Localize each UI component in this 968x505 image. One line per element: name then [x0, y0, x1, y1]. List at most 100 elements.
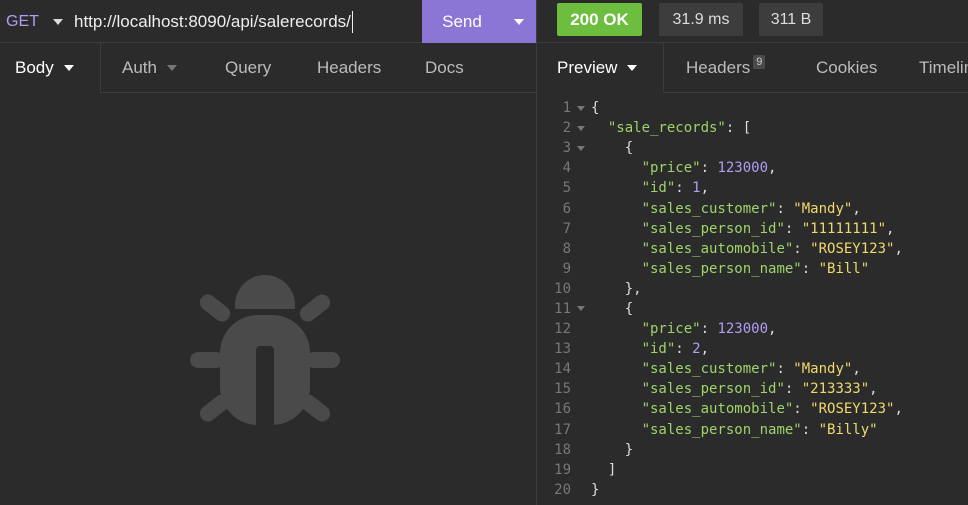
code-line: 19 ] — [537, 460, 968, 480]
line-number: 18 — [554, 441, 571, 458]
json-punct — [591, 321, 642, 337]
code-line: 6 "sales_customer": "Mandy", — [537, 198, 968, 218]
json-key: "sales_person_name" — [641, 421, 802, 438]
url-input[interactable]: http://localhost:8090/api/salerecords/ — [74, 0, 420, 43]
json-punct: , — [852, 361, 861, 378]
json-punct: { — [591, 140, 634, 157]
json-string: "Mandy" — [793, 361, 853, 378]
json-punct: : — [793, 401, 811, 418]
tab-response-headers[interactable]: Headers 9 — [664, 43, 795, 93]
send-options-dropdown[interactable] — [502, 0, 536, 43]
line-number: 14 — [554, 361, 571, 378]
json-punct: }, — [591, 280, 642, 297]
json-key: "sales_automobile" — [641, 401, 794, 418]
code-line: 1{ — [537, 98, 968, 118]
json-punct: : — [700, 160, 718, 177]
line-number: 12 — [554, 321, 571, 338]
json-punct: , — [852, 200, 861, 217]
json-key: "sale_records" — [607, 120, 726, 137]
code-line: 8 "sales_automobile": "ROSEY123", — [537, 239, 968, 259]
tab-auth[interactable]: Auth — [101, 43, 198, 93]
line-number: 20 — [554, 481, 571, 498]
tab-body[interactable]: Body — [0, 43, 101, 93]
json-punct — [591, 241, 642, 257]
chevron-down-icon — [52, 18, 63, 25]
json-number: 2 — [692, 341, 701, 358]
line-number: 16 — [554, 401, 571, 418]
json-key: "id" — [641, 341, 676, 358]
json-key: "sales_automobile" — [641, 240, 794, 257]
code-line: 5 "id": 1, — [537, 178, 968, 198]
code-line: 11 { — [537, 299, 968, 319]
tab-preview-label: Preview — [557, 58, 618, 77]
method-dropdown[interactable]: GET — [0, 0, 70, 43]
response-tabs: Preview Headers9 Cookies Timeline — [537, 43, 968, 93]
tab-docs-label: Docs — [425, 58, 464, 77]
request-tabs: Body Auth Query Headers Docs — [0, 43, 536, 93]
line-number: 2 — [562, 120, 571, 137]
line-number: 6 — [562, 200, 571, 217]
json-punct: } — [591, 441, 634, 458]
chevron-down-icon — [63, 65, 74, 71]
json-key: "sales_person_id" — [641, 220, 785, 237]
response-time-badge: 31.9 ms — [659, 3, 743, 36]
line-number: 19 — [554, 461, 571, 478]
tab-docs[interactable]: Docs — [402, 43, 492, 93]
tab-timeline[interactable]: Timeline — [899, 43, 968, 93]
json-punct: , — [768, 160, 777, 177]
json-punct — [591, 261, 642, 277]
text-cursor — [351, 10, 353, 33]
tab-query[interactable]: Query — [198, 43, 294, 93]
json-punct: : — [801, 421, 819, 438]
tab-timeline-label: Timeline — [919, 58, 968, 77]
tab-cookies[interactable]: Cookies — [795, 43, 899, 93]
json-punct — [591, 160, 642, 176]
code-line: 9 "sales_person_name": "Bill" — [537, 259, 968, 279]
code-line: 15 "sales_person_id": "213333", — [537, 379, 968, 399]
method-label: GET — [6, 12, 39, 30]
chevron-down-icon — [514, 18, 524, 25]
chevron-down-icon — [577, 105, 585, 111]
status-badge: 200 OK — [557, 3, 642, 36]
json-punct: : — [776, 200, 794, 217]
chevron-down-icon — [166, 65, 177, 71]
json-punct: : — [675, 180, 693, 197]
response-json-viewer[interactable]: 1{2 "sale_records": [3 {4 "price": 12300… — [537, 98, 968, 500]
line-number: 9 — [562, 260, 571, 277]
json-string: "ROSEY123" — [810, 401, 895, 418]
fold-toggle[interactable] — [571, 306, 591, 312]
bug-icon — [190, 275, 340, 430]
line-number: 13 — [554, 341, 571, 358]
code-line: 16 "sales_automobile": "ROSEY123", — [537, 399, 968, 419]
json-punct — [591, 120, 608, 136]
json-punct: : — [784, 381, 802, 398]
json-key: "price" — [641, 321, 701, 338]
line-number: 10 — [554, 280, 571, 297]
tab-preview[interactable]: Preview — [537, 43, 664, 93]
json-punct — [591, 201, 642, 217]
json-punct — [591, 401, 642, 417]
line-number: 15 — [554, 381, 571, 398]
json-punct: { — [591, 100, 600, 117]
json-number: 123000 — [717, 321, 769, 338]
tab-headers[interactable]: Headers — [294, 43, 402, 93]
code-line: 2 "sale_records": [ — [537, 118, 968, 138]
json-punct: ] — [591, 461, 617, 478]
fold-toggle[interactable] — [571, 105, 591, 111]
fold-toggle[interactable] — [571, 145, 591, 151]
json-punct: } — [591, 481, 600, 498]
json-punct: : [ — [725, 120, 752, 137]
send-button[interactable]: Send — [422, 0, 536, 43]
json-punct: : — [801, 260, 819, 277]
code-line: 12 "price": 123000, — [537, 319, 968, 339]
json-punct — [591, 180, 642, 196]
json-string: "11111111" — [801, 220, 887, 237]
json-punct: , — [894, 401, 903, 418]
json-key: "sales_customer" — [641, 200, 777, 217]
json-key: "sales_customer" — [641, 361, 777, 378]
send-button-label: Send — [442, 11, 482, 31]
json-key: "sales_person_name" — [641, 260, 802, 277]
fold-toggle[interactable] — [571, 125, 591, 131]
line-number: 8 — [562, 240, 571, 257]
url-text: http://localhost:8090/api/salerecords/ — [74, 11, 351, 31]
